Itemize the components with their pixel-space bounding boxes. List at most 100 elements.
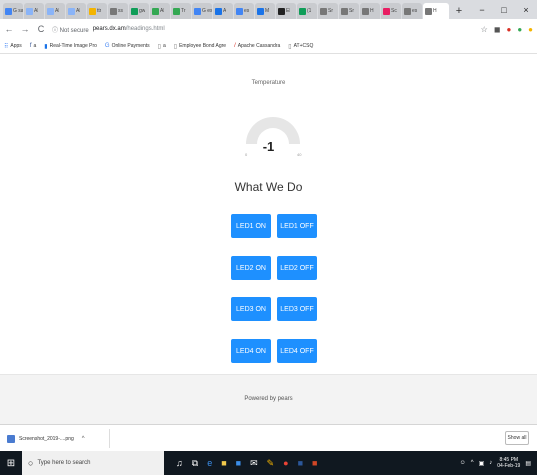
- forward-button[interactable]: →: [20, 24, 30, 34]
- bookmark-item[interactable]: fa: [30, 43, 36, 49]
- browser-tab[interactable]: Al: [24, 3, 44, 19]
- download-item[interactable]: Screenshot_2019-....png ^: [5, 429, 110, 448]
- tab-label: El: [286, 8, 291, 14]
- show-hidden-icons-icon[interactable]: ^: [471, 460, 474, 466]
- tab-label: H: [370, 8, 374, 14]
- browser-tab[interactable]: H: [423, 3, 449, 19]
- powerpoint-icon[interactable]: ■: [312, 458, 317, 468]
- tab-label: Sr: [349, 8, 354, 14]
- extension-icon[interactable]: ◼: [494, 25, 501, 34]
- download-file-name: Screenshot_2019-....png: [19, 435, 74, 442]
- browser-tab[interactable]: Sr: [339, 3, 359, 19]
- page-footer: Powered by pears: [0, 374, 537, 424]
- tab-label: M: [265, 8, 270, 14]
- task-view-icon[interactable]: ⧉: [192, 458, 198, 469]
- browser-tab[interactable]: Tr: [171, 3, 191, 19]
- browser-tab[interactable]: G sa: [3, 3, 23, 19]
- browser-tab[interactable]: ttr: [87, 3, 107, 19]
- notifications-icon[interactable]: ▤: [525, 460, 531, 467]
- maximize-button[interactable]: □: [493, 0, 515, 19]
- browser-tab[interactable]: Al: [66, 3, 86, 19]
- led4-off-button[interactable]: LED4 OFF: [277, 339, 317, 363]
- bookmark-item[interactable]: ▯ a: [158, 43, 166, 50]
- browser-tab[interactable]: El: [276, 3, 296, 19]
- led1-on-button[interactable]: LED1 ON: [231, 214, 271, 238]
- extension-red-icon[interactable]: ●: [506, 25, 511, 34]
- browser-tab[interactable]: G es: [192, 3, 212, 19]
- bookmark-item[interactable]: G Online Payments: [105, 43, 150, 49]
- browser-tab[interactable]: Al: [150, 3, 170, 19]
- browser-tab[interactable]: Sc: [381, 3, 401, 19]
- section-title: What We Do: [234, 180, 303, 194]
- browser-tab[interactable]: A: [213, 3, 233, 19]
- bookmark-item[interactable]: ▯ Employee Bond Agre: [174, 43, 226, 50]
- bookmark-item[interactable]: / Apache Cassandra: [234, 43, 280, 49]
- bookmark-label: Apache Cassandra: [237, 43, 281, 49]
- google-icon: G: [104, 43, 110, 49]
- browser-window: G sa Al Al Al ttr ss gw Al Tr G es Aes M El (1 Sr Sr H Sc…: [0, 0, 537, 475]
- browser-tab[interactable]: es: [234, 3, 254, 19]
- bookmark-star-icon[interactable]: ☆: [481, 25, 488, 34]
- address-bar[interactable]: ⓘ Not secure pears.dx.am/headings.html: [52, 25, 475, 34]
- browser-tab[interactable]: es: [402, 3, 422, 19]
- tab-label: (1: [307, 8, 312, 14]
- bookmark-icon: ▮: [44, 43, 48, 50]
- tab-favicon-icon: [236, 7, 243, 15]
- tab-label: es: [412, 8, 418, 14]
- windows-start-icon[interactable]: ⊞: [0, 451, 22, 475]
- led2-off-button[interactable]: LED2 OFF: [277, 256, 317, 280]
- minimize-button[interactable]: −: [471, 0, 493, 19]
- chrome-icon[interactable]: ●: [283, 458, 288, 468]
- reload-button[interactable]: C: [36, 24, 46, 34]
- tab-favicon-icon: [257, 7, 264, 15]
- people-icon[interactable]: ☺: [460, 460, 466, 466]
- bookmark-label: Apps: [10, 43, 22, 49]
- led3-on-button[interactable]: LED3 ON: [231, 297, 271, 321]
- browser-tab[interactable]: H: [360, 3, 380, 19]
- led3-off-button[interactable]: LED3 OFF: [277, 297, 317, 321]
- network-icon[interactable]: ▣: [479, 460, 485, 467]
- browser-tab[interactable]: Sr: [318, 3, 338, 19]
- security-indicator[interactable]: ⓘ Not secure: [52, 25, 89, 34]
- footer-text: Powered by pears: [244, 396, 293, 402]
- browser-tab[interactable]: M: [255, 3, 275, 19]
- bookmark-item[interactable]: ▯ AT+CSQ: [288, 43, 313, 50]
- close-window-button[interactable]: ×: [515, 0, 537, 19]
- tab-favicon-icon: [5, 7, 12, 15]
- browser-tab[interactable]: Al: [45, 3, 65, 19]
- new-tab-button[interactable]: +: [452, 3, 466, 19]
- extension-yellow-icon[interactable]: ●: [528, 25, 533, 34]
- browser-tab[interactable]: (1: [297, 3, 317, 19]
- show-all-button[interactable]: Show all: [505, 431, 529, 445]
- back-button[interactable]: ←: [4, 24, 14, 34]
- store-icon[interactable]: ■: [236, 458, 241, 468]
- bookmark-item[interactable]: ▮ Real-Time Image Pro: [44, 43, 97, 50]
- clock-date: 04-Feb-19: [497, 463, 521, 469]
- taskbar-clock[interactable]: 8:45 PM 04-Feb-19: [497, 457, 520, 469]
- tab-label: ss: [118, 8, 123, 14]
- taskbar-search-box[interactable]: ○ Type here to search: [22, 451, 164, 475]
- tab-favicon-icon: [425, 7, 432, 15]
- tab-label: Al: [55, 8, 60, 14]
- tab-label: es: [244, 8, 250, 14]
- led1-off-button[interactable]: LED1 OFF: [277, 214, 317, 238]
- tab-label: H: [433, 8, 437, 14]
- microphone-icon[interactable]: ♫: [176, 458, 183, 468]
- download-menu-caret[interactable]: ^: [82, 436, 85, 442]
- apps-grid-icon: ⠿: [4, 43, 9, 50]
- browser-tab[interactable]: gw: [129, 3, 149, 19]
- volume-icon[interactable]: ♪: [489, 460, 492, 466]
- paint-icon[interactable]: ✎: [267, 458, 275, 469]
- mail-icon[interactable]: ✉: [250, 458, 258, 469]
- file-explorer-icon[interactable]: ■: [221, 458, 226, 468]
- edge-browser-icon[interactable]: e: [207, 458, 212, 468]
- word-icon[interactable]: ■: [298, 458, 303, 468]
- browser-tab[interactable]: ss: [108, 3, 128, 19]
- bookmark-label: AT+CSQ: [293, 43, 314, 49]
- led4-on-button[interactable]: LED4 ON: [231, 339, 271, 363]
- extension-green-icon[interactable]: ●: [517, 25, 522, 34]
- bookmark-item[interactable]: ⠿ Apps: [4, 43, 22, 50]
- taskbar-search-placeholder: Type here to search: [37, 460, 91, 466]
- window-controls: − □ ×: [471, 0, 537, 19]
- led2-on-button[interactable]: LED2 ON: [231, 256, 271, 280]
